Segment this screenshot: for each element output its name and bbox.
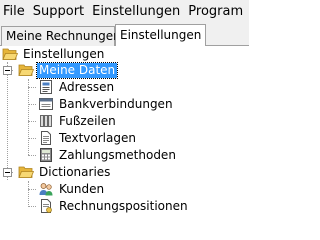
collapse-toggle[interactable]	[3, 168, 12, 177]
folder-open-icon	[18, 164, 35, 180]
tree-line	[28, 189, 36, 190]
address-book-icon	[38, 79, 54, 95]
collapse-toggle[interactable]	[3, 66, 12, 75]
tree-node-textvorlagen[interactable]: Textvorlagen	[38, 130, 138, 146]
menu-program[interactable]: Program	[185, 4, 248, 19]
tree-node-dictionaries[interactable]: Dictionaries	[18, 164, 112, 180]
tree-line	[28, 206, 36, 207]
tree-node-label: Zahlungsmethoden	[59, 147, 176, 162]
tree-line	[28, 79, 29, 155]
tree-node-label: Rechnungspositionen	[59, 198, 188, 213]
document-icon	[38, 130, 54, 146]
tree-node-label: Textvorlagen	[59, 130, 136, 145]
columns-icon	[38, 113, 54, 129]
menu-einstellungen[interactable]: Einstellungen	[89, 4, 185, 19]
tree-node-rechnungspositionen[interactable]: Rechnungspositionen	[38, 198, 190, 214]
invoice-icon	[38, 198, 54, 214]
tab-meine-rechnungen[interactable]: Meine Rechnungen	[1, 26, 121, 46]
tree-node-label: Bankverbindungen	[59, 96, 173, 111]
tree-line	[28, 138, 36, 139]
tree-line	[28, 104, 36, 105]
tree-node-fusszeilen[interactable]: Fußzeilen	[38, 113, 118, 129]
tree-line	[28, 121, 36, 122]
menu-support[interactable]: Support	[30, 4, 89, 19]
users-icon	[38, 181, 54, 197]
tree-node-label: Dictionaries	[39, 164, 111, 179]
menu-bar: File Support Einstellungen Program	[0, 0, 249, 22]
tree-line	[28, 155, 36, 156]
tree-node-label: Adressen	[59, 79, 115, 94]
window-icon	[38, 96, 54, 112]
folder-open-icon	[2, 46, 19, 62]
menu-file[interactable]: File	[0, 4, 30, 19]
tree-node-label: Einstellungen	[23, 46, 105, 61]
tree-node-einstellungen[interactable]: Einstellungen	[2, 46, 106, 62]
tree-node-zahlungsmethoden[interactable]: Zahlungsmethoden	[38, 147, 178, 163]
tree-node-adressen[interactable]: Adressen	[38, 79, 116, 95]
folder-open-icon	[18, 62, 35, 78]
tree-node-kunden[interactable]: Kunden	[38, 181, 106, 197]
tree-node-meine-daten[interactable]: Meine Daten	[18, 61, 119, 79]
calculator-icon	[38, 147, 54, 163]
tree-node-label: Fußzeilen	[59, 113, 116, 128]
tab-einstellungen[interactable]: Einstellungen	[115, 24, 206, 47]
tree-line	[28, 181, 29, 205]
tree-line	[28, 87, 36, 88]
tree-node-label: Kunden	[59, 181, 105, 196]
settings-tree: Einstellungen Meine Daten Adressen Bankv…	[0, 46, 249, 222]
tree-line	[7, 62, 8, 180]
tree-node-label: Meine Daten	[35, 61, 119, 79]
tree-node-bankverbindungen[interactable]: Bankverbindungen	[38, 96, 175, 112]
